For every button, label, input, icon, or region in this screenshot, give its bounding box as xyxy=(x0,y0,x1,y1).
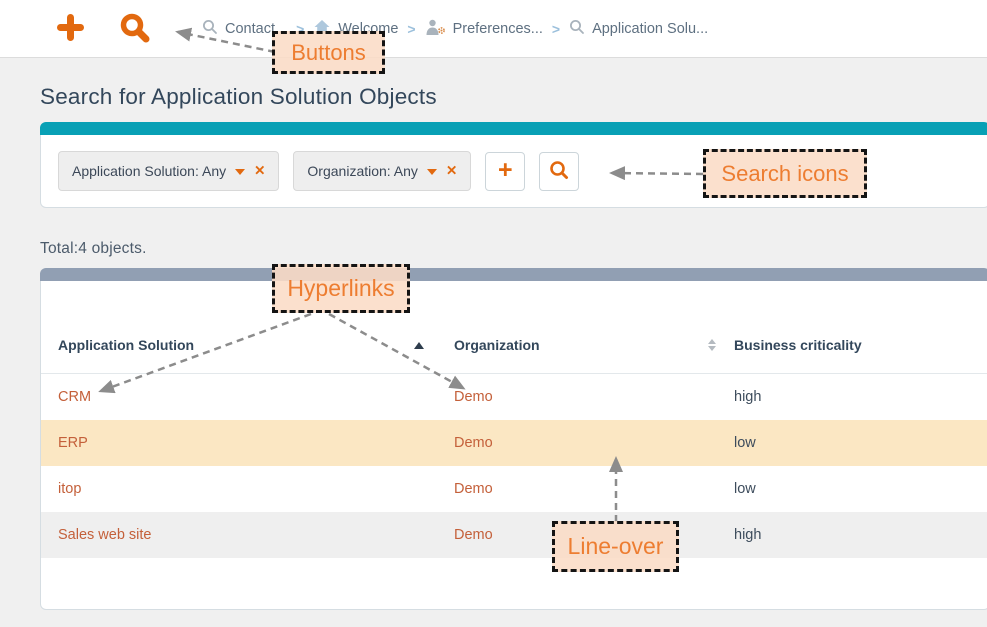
breadcrumb-item-preferences[interactable]: Preferences... xyxy=(425,18,543,40)
search-panel-header-bar xyxy=(40,122,987,135)
business-criticality-value: low xyxy=(734,435,756,451)
chevron-right-icon: > xyxy=(552,21,560,37)
organization-link[interactable]: Demo xyxy=(454,481,493,497)
plus-icon: + xyxy=(498,158,513,183)
screen: Contact... > Welcome > Preferences... > xyxy=(0,0,987,627)
annotation-line-over: Line-over xyxy=(552,521,679,572)
application-solution-link[interactable]: ERP xyxy=(58,435,88,451)
plus-icon xyxy=(56,30,85,45)
business-criticality-value: high xyxy=(734,527,761,543)
table-row[interactable]: Sales web site Demo high xyxy=(41,512,987,558)
application-solution-link[interactable]: Sales web site xyxy=(58,527,152,543)
application-solution-link[interactable]: itop xyxy=(58,481,81,497)
criterion-organization[interactable]: Organization: Any ✕ xyxy=(293,151,471,191)
criterion-label: Application Solution: Any xyxy=(72,163,226,179)
table-header-row: Application Solution Organization Busine… xyxy=(41,317,987,374)
user-gear-icon xyxy=(425,18,446,40)
add-criterion-button[interactable]: + xyxy=(485,152,525,191)
global-search-button[interactable] xyxy=(119,12,151,44)
chevron-down-icon[interactable] xyxy=(427,169,437,175)
run-search-button[interactable] xyxy=(539,152,579,191)
table-row-line-over[interactable]: ERP Demo low xyxy=(41,420,987,466)
page-title: Search for Application Solution Objects xyxy=(40,84,437,110)
table-row[interactable]: itop Demo low xyxy=(41,466,987,512)
breadcrumb-label: Application Solu... xyxy=(592,21,708,37)
organization-link[interactable]: Demo xyxy=(454,435,493,451)
search-icon xyxy=(119,32,151,47)
column-label: Application Solution xyxy=(58,337,194,353)
results-table: Application Solution Organization Busine… xyxy=(40,281,987,610)
results-total: Total:4 objects. xyxy=(40,240,147,258)
breadcrumb-label: Preferences... xyxy=(453,21,543,37)
search-icon xyxy=(569,19,585,39)
remove-criterion-icon[interactable]: ✕ xyxy=(254,164,265,178)
annotation-buttons: Buttons xyxy=(272,31,385,74)
organization-link[interactable]: Demo xyxy=(454,389,493,405)
sort-icon[interactable] xyxy=(708,339,716,351)
chevron-down-icon[interactable] xyxy=(235,169,245,175)
business-criticality-value: low xyxy=(734,481,756,497)
application-solution-link[interactable]: CRM xyxy=(58,389,91,405)
column-header-application-solution[interactable]: Application Solution xyxy=(41,337,454,353)
topbar: Contact... > Welcome > Preferences... > xyxy=(0,0,987,58)
breadcrumb-item-application-solution[interactable]: Application Solu... xyxy=(569,19,708,39)
column-header-organization[interactable]: Organization xyxy=(454,337,734,353)
business-criticality-value: high xyxy=(734,389,761,405)
chevron-right-icon: > xyxy=(407,21,415,37)
column-label: Business criticality xyxy=(734,337,862,353)
criterion-application-solution[interactable]: Application Solution: Any ✕ xyxy=(58,151,279,191)
organization-link[interactable]: Demo xyxy=(454,527,493,543)
annotation-search-icons: Search icons xyxy=(703,149,867,198)
new-object-button[interactable] xyxy=(56,13,85,42)
results-panel-header-bar xyxy=(40,268,987,281)
table-row[interactable]: CRM Demo high xyxy=(41,374,987,420)
column-header-business-criticality[interactable]: Business criticality xyxy=(734,337,987,353)
sort-ascending-icon[interactable] xyxy=(414,342,424,349)
search-icon xyxy=(549,160,569,183)
criterion-label: Organization: Any xyxy=(307,163,418,179)
search-icon xyxy=(202,19,218,39)
remove-criterion-icon[interactable]: ✕ xyxy=(446,164,457,178)
annotation-hyperlinks: Hyperlinks xyxy=(272,264,410,313)
column-label: Organization xyxy=(454,337,540,353)
results-panel: Application Solution Organization Busine… xyxy=(40,268,987,610)
